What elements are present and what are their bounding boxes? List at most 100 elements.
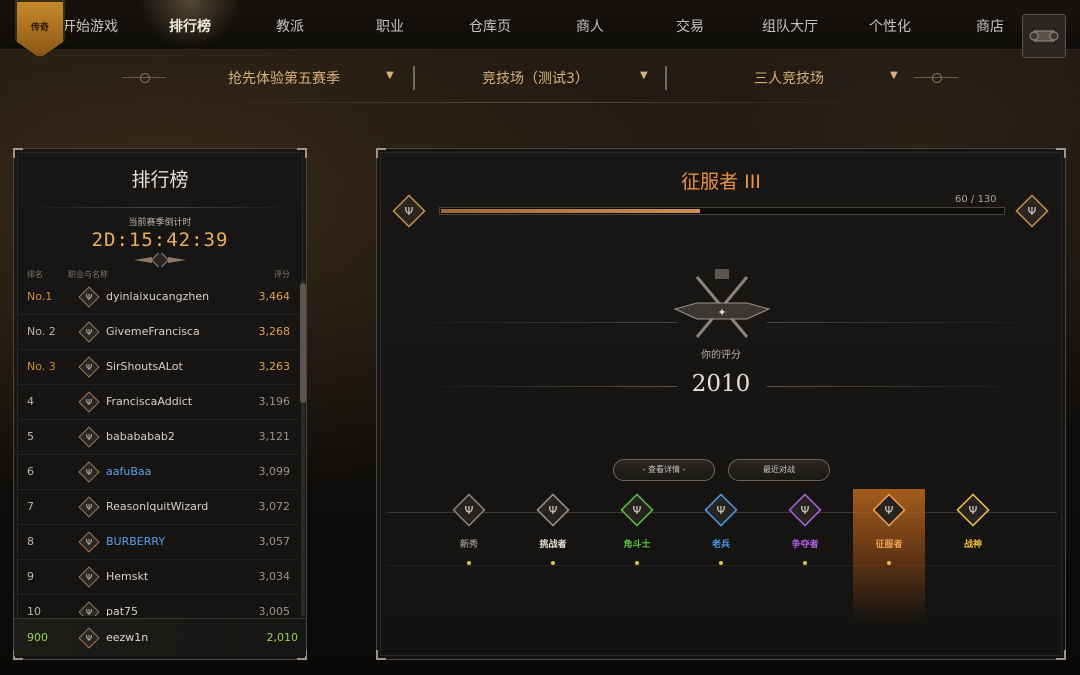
tier-name: 新秀	[459, 540, 478, 550]
row-score: 3,121	[258, 430, 291, 443]
table-row[interactable]: No. 2 Ψ GivemeFrancisca 3,268	[14, 315, 298, 350]
badge-text: 传奇	[30, 23, 49, 33]
svg-text:Ψ: Ψ	[549, 504, 558, 517]
tier-dot	[551, 561, 555, 565]
tab-religion[interactable]: 教派	[250, 16, 330, 36]
divider	[409, 66, 419, 90]
row-player-name: FranciscaAddict	[106, 395, 193, 408]
tier-item[interactable]: Ψ 战神	[937, 489, 1009, 579]
recent-matches-button[interactable]: 最近对战	[728, 459, 830, 481]
tier-dot	[719, 561, 723, 565]
svg-text:Ψ: Ψ	[86, 608, 92, 616]
table-row[interactable]: 10 Ψ pat75 3,005	[14, 595, 298, 616]
rating-value: 2010	[691, 371, 751, 397]
rating-label: 你的评分	[701, 350, 741, 361]
tier-name: 战神	[963, 540, 982, 550]
filter-bar: 抢先体验第五赛季 ▼ 竞技场（测试3） ▼ 三人竞技场 ▼	[120, 62, 960, 94]
row-score: 3,072	[258, 500, 291, 513]
tier-item[interactable]: Ψ 争夺者	[769, 489, 841, 579]
table-row[interactable]: 9 Ψ Hemskt 3,034	[14, 560, 298, 595]
tier-item[interactable]: Ψ 角斗士	[601, 489, 673, 579]
table-row[interactable]: 8 Ψ BURBERRY 3,057	[14, 525, 298, 560]
scrollbar-thumb[interactable]	[300, 283, 306, 403]
row-player-name: BURBERRY	[106, 535, 166, 548]
scroll-menu-button[interactable]	[1022, 14, 1066, 58]
tier-item[interactable]: Ψ 新秀	[433, 489, 505, 579]
divider	[661, 66, 671, 90]
tier-icon: Ψ	[788, 493, 822, 527]
tier-dot	[803, 561, 807, 565]
class-icon: Ψ	[78, 356, 100, 378]
tab-customize[interactable]: 个性化	[850, 16, 930, 36]
top-navigation: 开始游戏 排行榜 教派 职业 仓库页 商人 交易 组队大厅 个性化 商店	[0, 0, 1080, 50]
table-row[interactable]: 6 Ψ aafuBaa 3,099	[14, 455, 298, 490]
table-row[interactable]: 4 Ψ FranciscaAddict 3,196	[14, 385, 298, 420]
crossed-swords-emblem-icon: ✦	[673, 269, 771, 338]
row-rank: 7	[27, 500, 34, 513]
row-rank: 4	[27, 395, 34, 408]
leaderboard-panel: 排行榜 当前赛季倒计时 2D:15:42:39 排名 职业与名称 评分 No.1…	[13, 148, 307, 660]
mode-dropdown[interactable]: 竞技场（测试3） ▼	[482, 68, 648, 88]
progress-count: 60 / 130	[955, 194, 997, 205]
table-row[interactable]: No. 3 Ψ SirShoutsALot 3,263	[14, 350, 298, 385]
tab-class[interactable]: 职业	[350, 16, 430, 36]
tab-lobby[interactable]: 组队大厅	[750, 16, 830, 36]
row-player-name: pat75	[106, 605, 139, 616]
tier-item[interactable]: Ψ 挑战者	[517, 489, 589, 579]
progress-fill	[441, 209, 700, 213]
tier-item[interactable]: Ψ 老兵	[685, 489, 757, 579]
class-icon: Ψ	[78, 321, 100, 343]
tier-icon: Ψ	[536, 493, 570, 527]
my-rank-row[interactable]: 900 Ψ eezw1n 2,010	[14, 618, 306, 656]
tier-dot	[467, 561, 471, 565]
scroll-icon	[1029, 30, 1059, 42]
svg-text:✦: ✦	[717, 306, 726, 319]
tab-merchants[interactable]: 商人	[550, 16, 630, 36]
svg-text:Ψ: Ψ	[86, 634, 92, 643]
divider	[767, 322, 1057, 323]
tab-stash[interactable]: 仓库页	[450, 16, 530, 36]
class-icon: Ψ	[78, 531, 100, 553]
tier-name: 角斗士	[623, 540, 651, 550]
class-icon: Ψ	[78, 627, 100, 649]
class-icon: Ψ	[78, 426, 100, 448]
svg-text:Ψ: Ψ	[86, 573, 92, 582]
svg-text:Ψ: Ψ	[86, 503, 92, 512]
view-details-button[interactable]: - 查看详情 -	[613, 459, 715, 481]
row-rank: No. 3	[27, 360, 56, 373]
my-score: 2,010	[266, 631, 299, 644]
row-score: 3,268	[258, 325, 291, 338]
class-icon: Ψ	[78, 391, 100, 413]
next-tier-icon: Ψ	[1015, 194, 1049, 228]
bracket-dropdown[interactable]: 三人竞技场 ▼	[754, 68, 898, 88]
bracket-value: 三人竞技场	[754, 71, 824, 87]
tier-icon: Ψ	[704, 493, 738, 527]
svg-text:Ψ: Ψ	[717, 504, 726, 517]
svg-text:Ψ: Ψ	[885, 504, 894, 517]
table-row[interactable]: 7 Ψ ReasonIquitWizard 3,072	[14, 490, 298, 525]
tier-item[interactable]: Ψ 征服者	[853, 489, 925, 621]
divider	[28, 207, 292, 208]
tier-name: 争夺者	[791, 540, 819, 550]
tier-dot	[635, 561, 639, 565]
season-dropdown[interactable]: 抢先体验第五赛季 ▼	[228, 68, 394, 88]
svg-text:Ψ: Ψ	[86, 398, 92, 407]
row-score: 3,034	[258, 570, 291, 583]
chevron-down-icon: ▼	[640, 70, 648, 81]
leaderboard-list[interactable]: No.1 Ψ dyinlaixucangzhen 3,464 No. 2 Ψ G…	[14, 280, 298, 616]
table-row[interactable]: No.1 Ψ dyinlaixucangzhen 3,464	[14, 280, 298, 315]
table-row[interactable]: 5 Ψ babababab2 3,121	[14, 420, 298, 455]
rank-panel: 征服者 III 60 / 130 Ψ Ψ ✦ 你的评分 2010 - 查看详情 …	[376, 148, 1066, 660]
tab-shop[interactable]: 商店	[950, 16, 1030, 36]
tier-dot	[887, 561, 891, 565]
tier-icon: Ψ	[956, 493, 990, 527]
tab-trade[interactable]: 交易	[650, 16, 730, 36]
crest-ornament-icon	[134, 253, 186, 267]
row-rank: 10	[27, 605, 41, 616]
row-player-name: babababab2	[106, 430, 175, 443]
season-timer-label: 当前赛季倒计时	[128, 218, 192, 228]
svg-text:Ψ: Ψ	[86, 538, 92, 547]
svg-text:Ψ: Ψ	[465, 504, 474, 517]
class-icon: Ψ	[78, 461, 100, 483]
tab-leaderboard[interactable]: 排行榜	[150, 16, 230, 36]
